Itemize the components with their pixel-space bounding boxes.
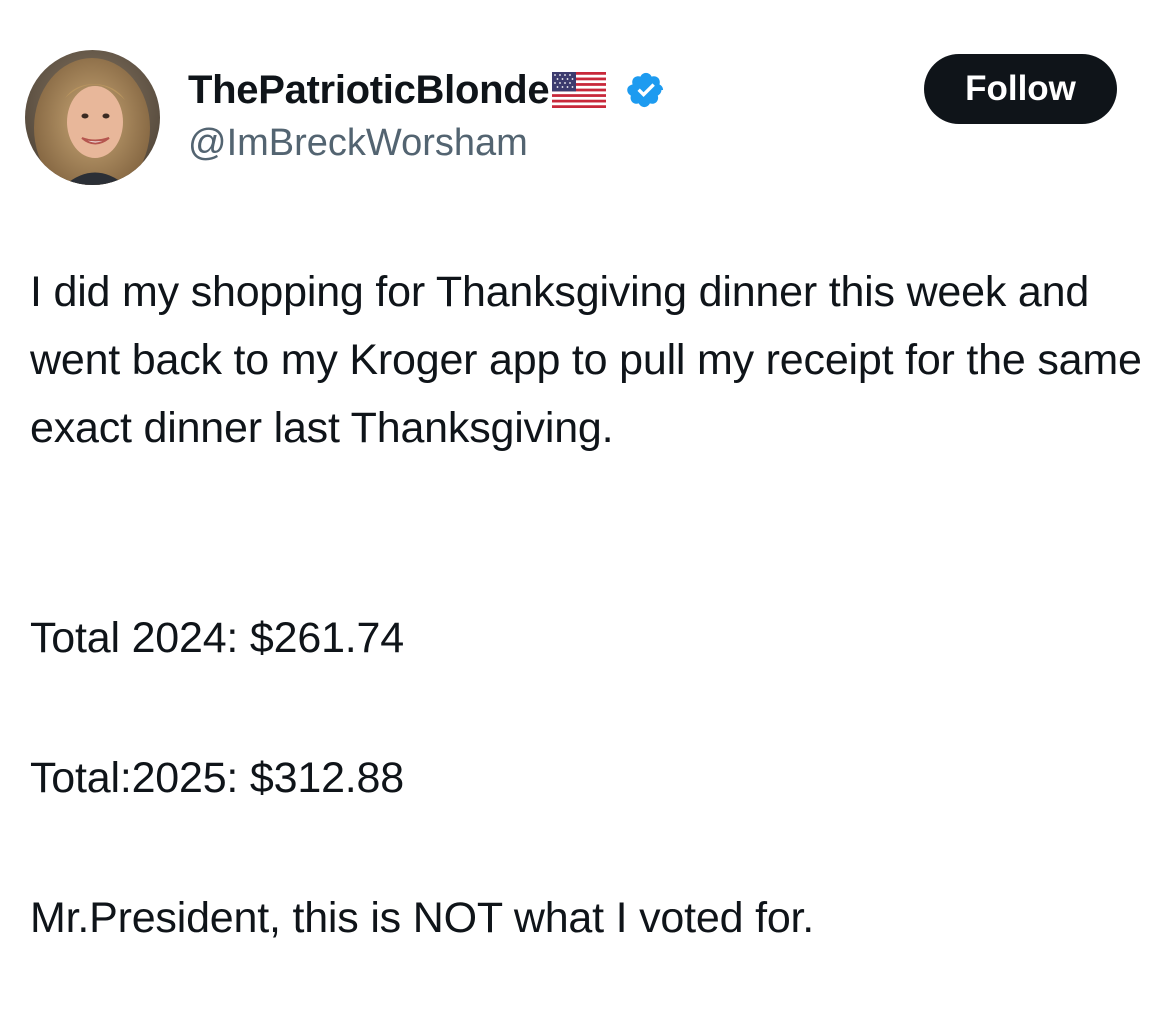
display-name-row: ThePatrioticBlonde xyxy=(188,64,666,116)
tweet-paragraph: Total:2025: $312.88 xyxy=(30,754,404,802)
verified-badge-icon[interactable] xyxy=(626,70,666,110)
us-flag-icon xyxy=(552,72,607,108)
follow-button[interactable]: Follow xyxy=(924,54,1117,124)
tweet-paragraph: I did my shopping for Thanksgiving dinne… xyxy=(30,268,1142,452)
tweet-paragraph: Total 2024: $261.74 xyxy=(30,614,404,662)
user-handle[interactable]: @ImBreckWorsham xyxy=(188,119,528,167)
tweet-paragraph: Mr.President, this is NOT what I voted f… xyxy=(30,894,815,942)
display-name[interactable]: ThePatrioticBlonde xyxy=(188,64,550,116)
profile-photo-icon xyxy=(25,50,160,185)
avatar[interactable] xyxy=(25,50,160,185)
